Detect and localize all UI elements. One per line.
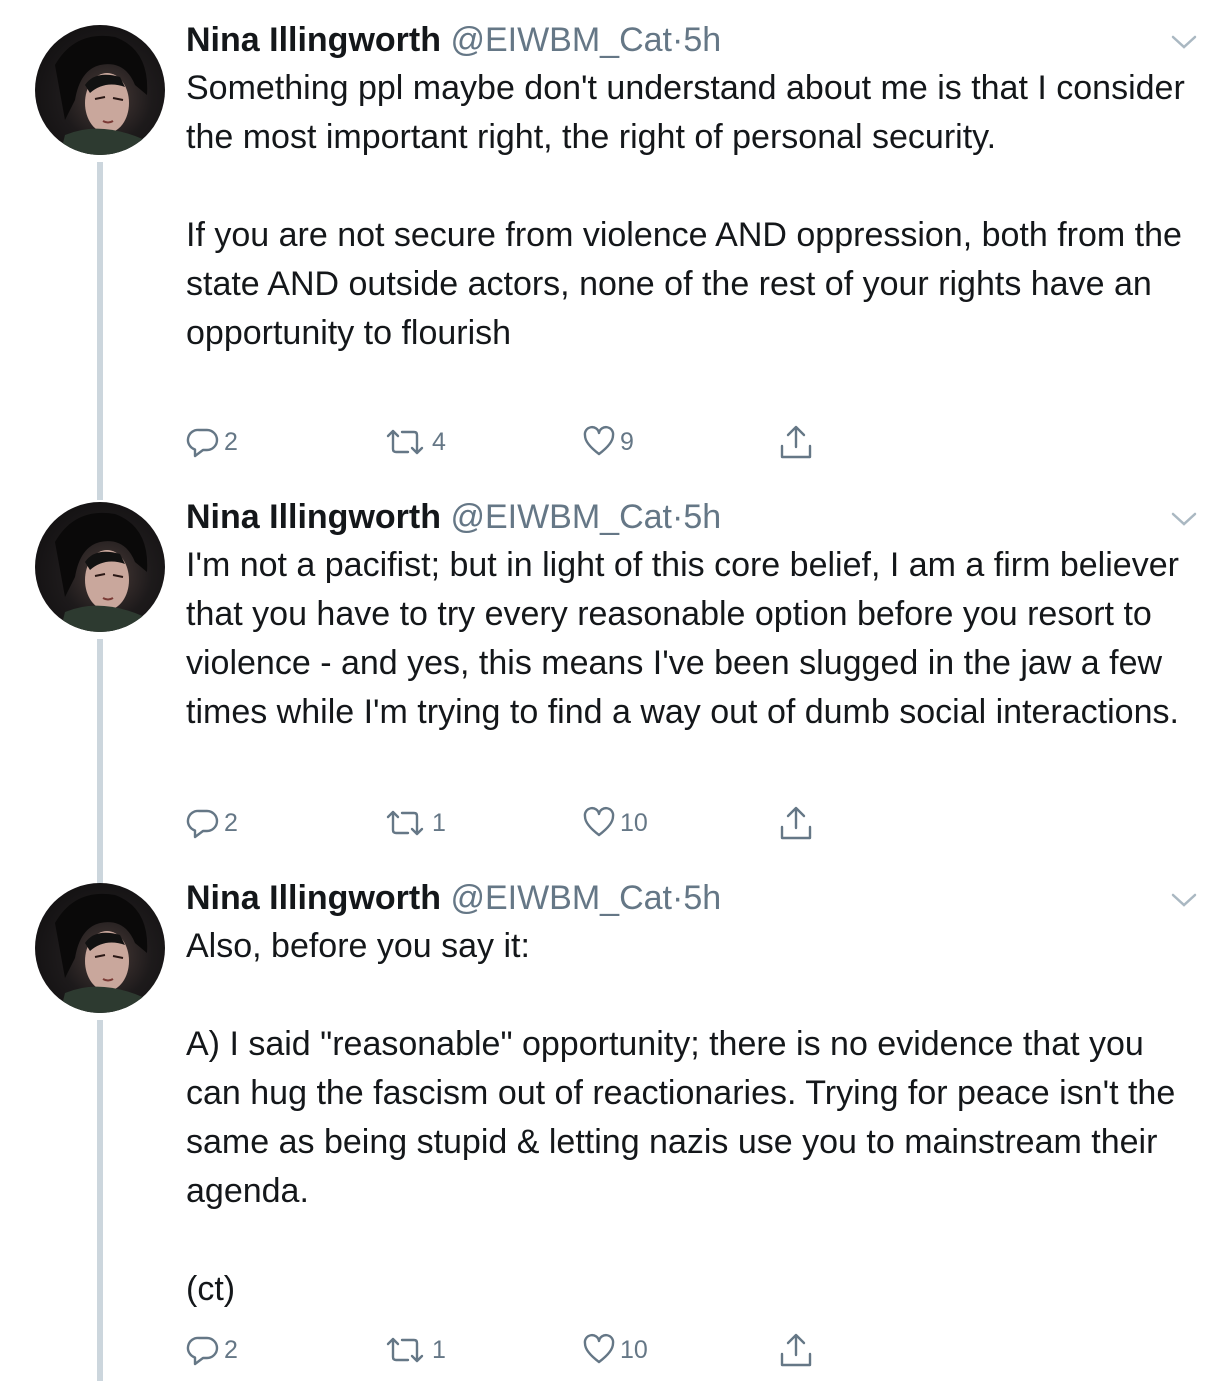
reply-button[interactable]: 2: [186, 422, 238, 462]
timestamp[interactable]: 5h: [683, 21, 721, 59]
separator: ·: [672, 498, 684, 536]
chevron-down-icon[interactable]: [1170, 509, 1198, 529]
heart-icon: [583, 1333, 615, 1364]
handle[interactable]: @EIWBM_Cat: [450, 879, 672, 917]
like-count: 9: [620, 427, 634, 456]
thread-line: [97, 1020, 103, 1381]
timestamp[interactable]: 5h: [683, 498, 721, 536]
like-count: 10: [620, 1335, 648, 1364]
avatar-image: [55, 512, 148, 632]
like-count: 10: [620, 808, 648, 837]
retweet-button[interactable]: 1: [382, 1330, 446, 1370]
share-button[interactable]: [778, 422, 814, 462]
like-button[interactable]: 9: [582, 422, 634, 462]
avatar-image: [55, 35, 148, 155]
tweet-text: Something ppl maybe don't understand abo…: [186, 69, 1185, 352]
handle[interactable]: @EIWBM_Cat: [450, 498, 672, 536]
tweet-text: I'm not a pacifist; but in light of this…: [186, 546, 1189, 731]
tweet-text: Also, before you say it: A) I said "reas…: [186, 927, 1176, 1308]
share-button[interactable]: [778, 803, 814, 843]
share-button[interactable]: [778, 1330, 814, 1370]
reply-icon: [186, 428, 219, 458]
retweet-icon: [386, 810, 424, 836]
display-name[interactable]: Nina Illingworth: [186, 21, 441, 59]
avatar[interactable]: [35, 502, 165, 632]
share-icon: [780, 806, 812, 840]
avatar-image: [55, 893, 148, 1013]
retweet-button[interactable]: 4: [382, 422, 446, 462]
tweet-header: Nina Illingworth @EIWBM_Cat·5h: [186, 878, 721, 918]
tweet-actions: 2 1 10: [186, 803, 846, 843]
chevron-down-icon[interactable]: [1170, 890, 1198, 910]
reply-button[interactable]: 2: [186, 803, 238, 843]
retweet-icon: [386, 1337, 424, 1363]
chevron-down-icon[interactable]: [1170, 32, 1198, 52]
display-name[interactable]: Nina Illingworth: [186, 879, 441, 917]
like-button[interactable]: 10: [582, 803, 648, 843]
share-icon: [780, 425, 812, 459]
separator: ·: [672, 879, 684, 917]
tweet-header: Nina Illingworth @EIWBM_Cat·5h: [186, 497, 721, 537]
reply-count: 2: [224, 808, 238, 837]
display-name[interactable]: Nina Illingworth: [186, 498, 441, 536]
retweet-count: 1: [432, 808, 446, 837]
avatar[interactable]: [35, 883, 165, 1013]
reply-icon: [186, 809, 219, 839]
timestamp[interactable]: 5h: [683, 879, 721, 917]
retweet-icon: [386, 429, 424, 455]
reply-count: 2: [224, 1335, 238, 1364]
reply-count: 2: [224, 427, 238, 456]
handle[interactable]: @EIWBM_Cat: [450, 21, 672, 59]
like-button[interactable]: 10: [582, 1330, 648, 1370]
tweet-actions: 2 4 9: [186, 422, 846, 462]
reply-icon: [186, 1336, 219, 1366]
tweet-header: Nina Illingworth @EIWBM_Cat·5h: [186, 20, 721, 60]
thread-line: [97, 162, 103, 500]
retweet-count: 1: [432, 1335, 446, 1364]
share-icon: [780, 1333, 812, 1367]
tweet-actions: 2 1 10: [186, 1330, 846, 1370]
separator: ·: [672, 21, 684, 59]
heart-icon: [583, 425, 615, 456]
retweet-button[interactable]: 1: [382, 803, 446, 843]
retweet-count: 4: [432, 427, 446, 456]
avatar[interactable]: [35, 25, 165, 155]
heart-icon: [583, 806, 615, 837]
reply-button[interactable]: 2: [186, 1330, 238, 1370]
